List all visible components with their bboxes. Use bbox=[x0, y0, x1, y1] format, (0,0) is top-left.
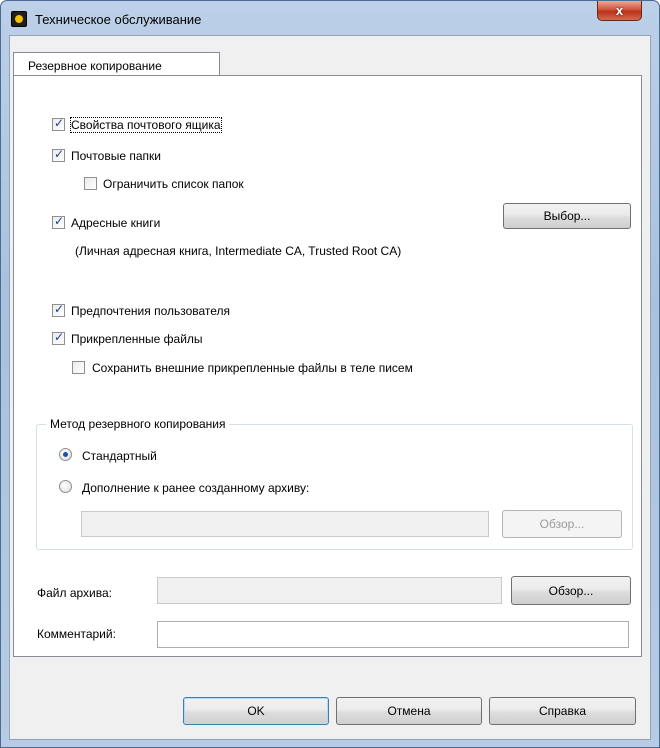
close-button[interactable]: x bbox=[597, 1, 642, 21]
backup-method-title: Метод резервного копирования bbox=[46, 417, 230, 431]
address-books-label[interactable]: Адресные книги bbox=[71, 216, 160, 230]
append-radio[interactable] bbox=[59, 480, 72, 493]
title-bar[interactable]: Техническое обслуживание x bbox=[1, 1, 659, 35]
app-icon bbox=[11, 11, 27, 27]
mail-folders-label[interactable]: Почтовые папки bbox=[71, 149, 161, 163]
archive-file-input[interactable] bbox=[157, 577, 502, 604]
attachments-label[interactable]: Прикрепленные файлы bbox=[71, 332, 203, 346]
append-browse-button[interactable]: Обзор... bbox=[502, 510, 622, 538]
comment-label: Комментарий: bbox=[37, 627, 116, 641]
append-label[interactable]: Дополнение к ранее созданному архиву: bbox=[82, 481, 309, 495]
address-books-list: (Личная адресная книга, Intermediate CA,… bbox=[75, 244, 402, 258]
ok-button[interactable]: OK bbox=[183, 697, 329, 725]
select-address-books-button[interactable]: Выбор... bbox=[503, 203, 631, 229]
tab-backup-label: Резервное копирование bbox=[28, 59, 162, 73]
close-icon: x bbox=[615, 3, 624, 18]
address-books-checkbox[interactable] bbox=[52, 214, 65, 229]
window-title: Техническое обслуживание bbox=[35, 12, 202, 27]
limit-folders-label[interactable]: Ограничить список папок bbox=[103, 177, 244, 191]
user-preferences-checkbox[interactable] bbox=[52, 302, 65, 317]
standard-label[interactable]: Стандартный bbox=[82, 449, 157, 463]
mail-folders-checkbox[interactable] bbox=[52, 147, 65, 162]
comment-input[interactable] bbox=[157, 621, 629, 648]
keep-external-attachments-checkbox[interactable] bbox=[72, 361, 85, 374]
user-preferences-label[interactable]: Предпочтения пользователя bbox=[71, 304, 230, 318]
archive-browse-button[interactable]: Обзор... bbox=[511, 576, 631, 605]
tab-backup[interactable]: Резервное копирование bbox=[13, 52, 220, 76]
archive-file-label: Файл архива: bbox=[37, 586, 112, 600]
cancel-button[interactable]: Отмена bbox=[336, 697, 482, 725]
keep-external-attachments-label[interactable]: Сохранить внешние прикрепленные файлы в … bbox=[92, 361, 413, 375]
append-archive-path-input[interactable] bbox=[81, 511, 489, 537]
standard-radio[interactable] bbox=[59, 448, 72, 461]
mailbox-properties-label[interactable]: Свойства почтового ящика bbox=[70, 117, 222, 133]
attachments-checkbox[interactable] bbox=[52, 330, 65, 345]
help-button[interactable]: Справка bbox=[489, 697, 636, 725]
limit-folders-checkbox[interactable] bbox=[84, 177, 97, 190]
mailbox-properties-checkbox[interactable] bbox=[52, 116, 65, 131]
